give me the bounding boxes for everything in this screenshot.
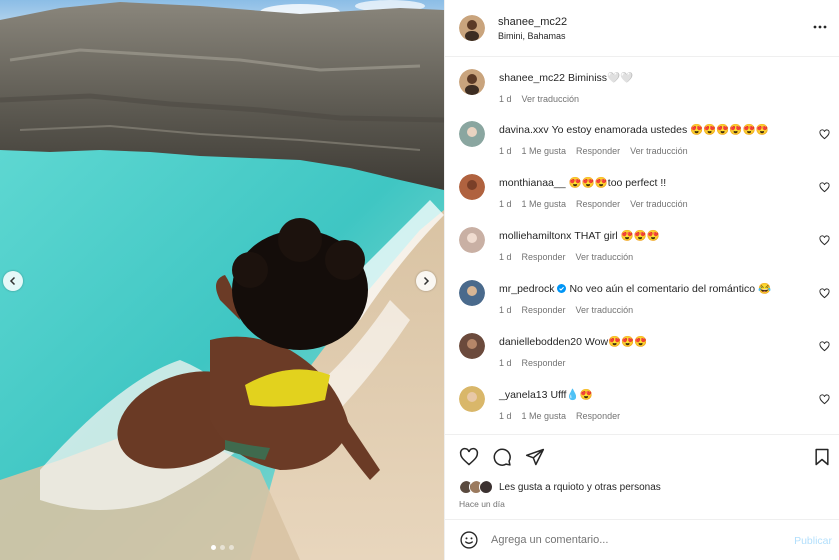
- commenter-avatar[interactable]: [459, 333, 485, 359]
- comment-input[interactable]: [491, 534, 781, 546]
- paper-plane-icon[interactable]: [525, 447, 545, 467]
- translate-link[interactable]: Ver traducción: [576, 252, 634, 262]
- author-avatar[interactable]: [459, 15, 485, 41]
- comment-likes[interactable]: 1 Me gusta: [522, 146, 567, 156]
- bookmark-icon[interactable]: [812, 447, 832, 467]
- beach-photo: [0, 0, 444, 560]
- liked-by-suffix[interactable]: y otras personas: [584, 482, 661, 493]
- chevron-right-icon: [423, 276, 430, 286]
- commenter-avatar[interactable]: [459, 386, 485, 412]
- comment-time[interactable]: 1 d: [499, 411, 512, 421]
- comments-list: shanee_mc22 Biminiss🤍🤍 1 d Ver traducción …: [445, 57, 839, 433]
- post-location[interactable]: Bimini, Bahamas: [498, 31, 567, 41]
- reply-button[interactable]: Responder: [576, 411, 620, 421]
- comment-icon[interactable]: [492, 447, 512, 467]
- comment-username[interactable]: _yanela13: [499, 389, 547, 401]
- liked-by-user[interactable]: rquioto: [553, 482, 584, 493]
- comment-likes[interactable]: 1 Me gusta: [522, 411, 567, 421]
- comment-text: 😍😍😍too perfect !!: [568, 177, 667, 189]
- commenter-avatar[interactable]: [459, 174, 485, 200]
- comment-username[interactable]: mr_pedrock: [499, 283, 554, 295]
- caption-time[interactable]: 1 d: [499, 94, 512, 104]
- commenter-avatar[interactable]: [459, 227, 485, 253]
- post-actions: Les gusta a rquioto y otras personas Hac…: [445, 434, 839, 519]
- caption-username[interactable]: shanee_mc22: [499, 72, 565, 84]
- comment-likes[interactable]: 1 Me gusta: [522, 199, 567, 209]
- post-timestamp[interactable]: Hace un día: [459, 499, 505, 509]
- more-horizontal-icon[interactable]: [813, 22, 827, 32]
- comment-time[interactable]: 1 d: [499, 358, 512, 368]
- carousel-dot: [210, 545, 216, 550]
- reply-button[interactable]: Responder: [522, 252, 566, 262]
- carousel-dot: [219, 545, 225, 550]
- reply-button[interactable]: Responder: [522, 358, 566, 368]
- carousel-dot: [228, 545, 234, 550]
- verified-badge-icon: [557, 284, 567, 293]
- comment-username[interactable]: daniellebodden20: [499, 336, 582, 348]
- comment-time[interactable]: 1 d: [499, 146, 512, 156]
- comment-text: Ufff💧😍: [550, 389, 593, 401]
- next-slide-button[interactable]: [416, 271, 436, 291]
- heart-icon[interactable]: [459, 447, 479, 467]
- comment-text: Wow😍😍😍: [584, 336, 648, 348]
- comment-username[interactable]: davina.xxv: [499, 124, 549, 136]
- reply-button[interactable]: Responder: [576, 199, 620, 209]
- comment-time[interactable]: 1 d: [499, 199, 512, 209]
- caption-translate-link[interactable]: Ver traducción: [522, 94, 580, 104]
- comment-username[interactable]: molliehamiltonx: [499, 230, 571, 242]
- liker-avatar: [479, 480, 493, 494]
- translate-link[interactable]: Ver traducción: [630, 146, 688, 156]
- author-avatar[interactable]: [459, 69, 485, 95]
- reply-button[interactable]: Responder: [522, 305, 566, 315]
- heart-icon[interactable]: [819, 288, 830, 299]
- heart-icon[interactable]: [819, 341, 830, 352]
- comment-time[interactable]: 1 d: [499, 252, 512, 262]
- heart-icon[interactable]: [819, 182, 830, 193]
- comment-text: Yo estoy enamorada ustedes 😍😍😍😍😍😍: [551, 124, 769, 136]
- commenter-avatar[interactable]: [459, 121, 485, 147]
- heart-icon[interactable]: [819, 129, 830, 140]
- heart-icon[interactable]: [819, 235, 830, 246]
- heart-icon[interactable]: [819, 394, 830, 405]
- previous-slide-button[interactable]: [3, 271, 23, 291]
- chevron-left-icon: [9, 276, 16, 286]
- post-photo[interactable]: [0, 0, 444, 560]
- carousel-dots: [0, 545, 444, 550]
- commenter-avatar[interactable]: [459, 280, 485, 306]
- reply-button[interactable]: Responder: [576, 146, 620, 156]
- liked-by-prefix: Les gusta a: [499, 481, 554, 493]
- post-header: shanee_mc22 Bimini, Bahamas: [445, 0, 839, 57]
- add-comment-bar: Publicar: [445, 519, 839, 560]
- translate-link[interactable]: Ver traducción: [630, 199, 688, 209]
- comment-text: No veo aún el comentario del romántico 😂: [569, 283, 772, 295]
- liked-by: Les gusta a rquioto y otras personas: [459, 480, 661, 494]
- post-comment-button[interactable]: Publicar: [794, 535, 832, 547]
- comment-time[interactable]: 1 d: [499, 305, 512, 315]
- translate-link[interactable]: Ver traducción: [576, 305, 634, 315]
- comment-text: THAT girl 😍😍😍: [574, 230, 660, 242]
- author-username[interactable]: shanee_mc22: [498, 16, 567, 28]
- comment-username[interactable]: monthianaa__: [499, 177, 566, 189]
- smiley-icon[interactable]: [459, 530, 479, 550]
- caption-text: Biminiss🤍🤍: [567, 72, 634, 84]
- post-sidebar: shanee_mc22 Bimini, Bahamas shanee_mc22 B…: [444, 0, 839, 560]
